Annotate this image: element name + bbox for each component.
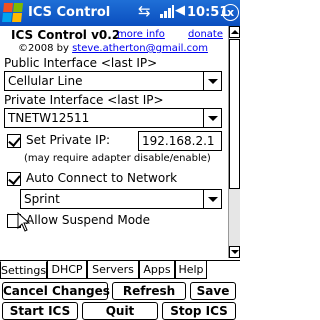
- private-ip-value: 192.168.2.1: [142, 134, 215, 148]
- public-interface-label: Public Interface <last IP>: [4, 56, 158, 70]
- title-bar: ICS Control ⇆ ◀ 10:51 x: [0, 0, 240, 26]
- adapter-note: (may require adapter disable/enable): [24, 153, 211, 164]
- scroll-down-icon[interactable]: [229, 246, 240, 258]
- vertical-scrollbar[interactable]: [228, 26, 240, 258]
- quit-button[interactable]: Quit: [82, 302, 158, 320]
- allow-suspend-label[interactable]: Allow Suspend Mode: [26, 213, 150, 227]
- app-name: ICS Control v0.2: [11, 28, 121, 42]
- signal-icon[interactable]: [160, 4, 174, 18]
- refresh-button[interactable]: Refresh: [112, 282, 186, 300]
- start-ics-button[interactable]: Start ICS: [2, 302, 78, 320]
- private-interface-dropdown[interactable]: TNETW12511: [4, 108, 222, 128]
- network-value: Sprint: [24, 192, 60, 206]
- chevron-down-icon[interactable]: [203, 190, 221, 208]
- settings-panel: ICS Control v0.2 more info donate ©2008 …: [0, 26, 228, 258]
- more-info-link[interactable]: more info: [117, 29, 165, 40]
- cursor-icon: [17, 212, 31, 232]
- network-dropdown[interactable]: Sprint: [20, 189, 222, 209]
- windows-start-icon[interactable]: [2, 3, 24, 23]
- set-private-ip-checkbox[interactable]: [7, 134, 21, 148]
- chevron-down-icon[interactable]: [203, 72, 221, 90]
- private-ip-input[interactable]: 192.168.2.1: [138, 131, 222, 151]
- scroll-thumb[interactable]: [229, 39, 240, 189]
- tab-servers[interactable]: Servers: [87, 261, 139, 279]
- connection-icon[interactable]: ⇆: [138, 2, 156, 20]
- save-button[interactable]: Save: [190, 282, 236, 300]
- scroll-up-icon[interactable]: [229, 26, 240, 38]
- tab-dhcp[interactable]: DHCP: [47, 261, 87, 279]
- public-interface-value: Cellular Line: [8, 74, 83, 88]
- tab-apps[interactable]: Apps: [139, 261, 175, 279]
- chevron-down-icon[interactable]: [203, 109, 221, 127]
- public-interface-dropdown[interactable]: Cellular Line: [4, 71, 222, 91]
- set-private-ip-label[interactable]: Set Private IP:: [26, 133, 110, 147]
- auto-connect-label[interactable]: Auto Connect to Network: [26, 171, 177, 185]
- copyright: ©2008 by steve.atherton@gmail.com: [18, 43, 208, 54]
- copyright-text: ©2008 by: [18, 43, 73, 54]
- volume-icon[interactable]: ◀: [175, 4, 185, 18]
- auto-connect-checkbox[interactable]: [7, 172, 21, 186]
- tab-settings[interactable]: Settings: [0, 261, 47, 279]
- close-button[interactable]: x: [222, 4, 239, 21]
- tab-bar: Settings DHCP Servers Apps Help: [0, 260, 240, 279]
- donate-link[interactable]: donate: [188, 29, 223, 40]
- cancel-changes-button[interactable]: Cancel Changes: [2, 282, 110, 300]
- stop-ics-button[interactable]: Stop ICS: [162, 302, 236, 320]
- app-title: ICS Control: [28, 5, 111, 20]
- private-interface-label: Private Interface <last IP>: [4, 93, 164, 107]
- private-interface-value: TNETW12511: [8, 111, 90, 125]
- tab-help[interactable]: Help: [175, 261, 207, 279]
- button-bar: Cancel Changes Refresh Save Start ICS Qu…: [0, 281, 240, 320]
- email-link[interactable]: steve.atherton@gmail.com: [72, 43, 208, 54]
- header-row: ICS Control v0.2 more info donate: [11, 28, 223, 42]
